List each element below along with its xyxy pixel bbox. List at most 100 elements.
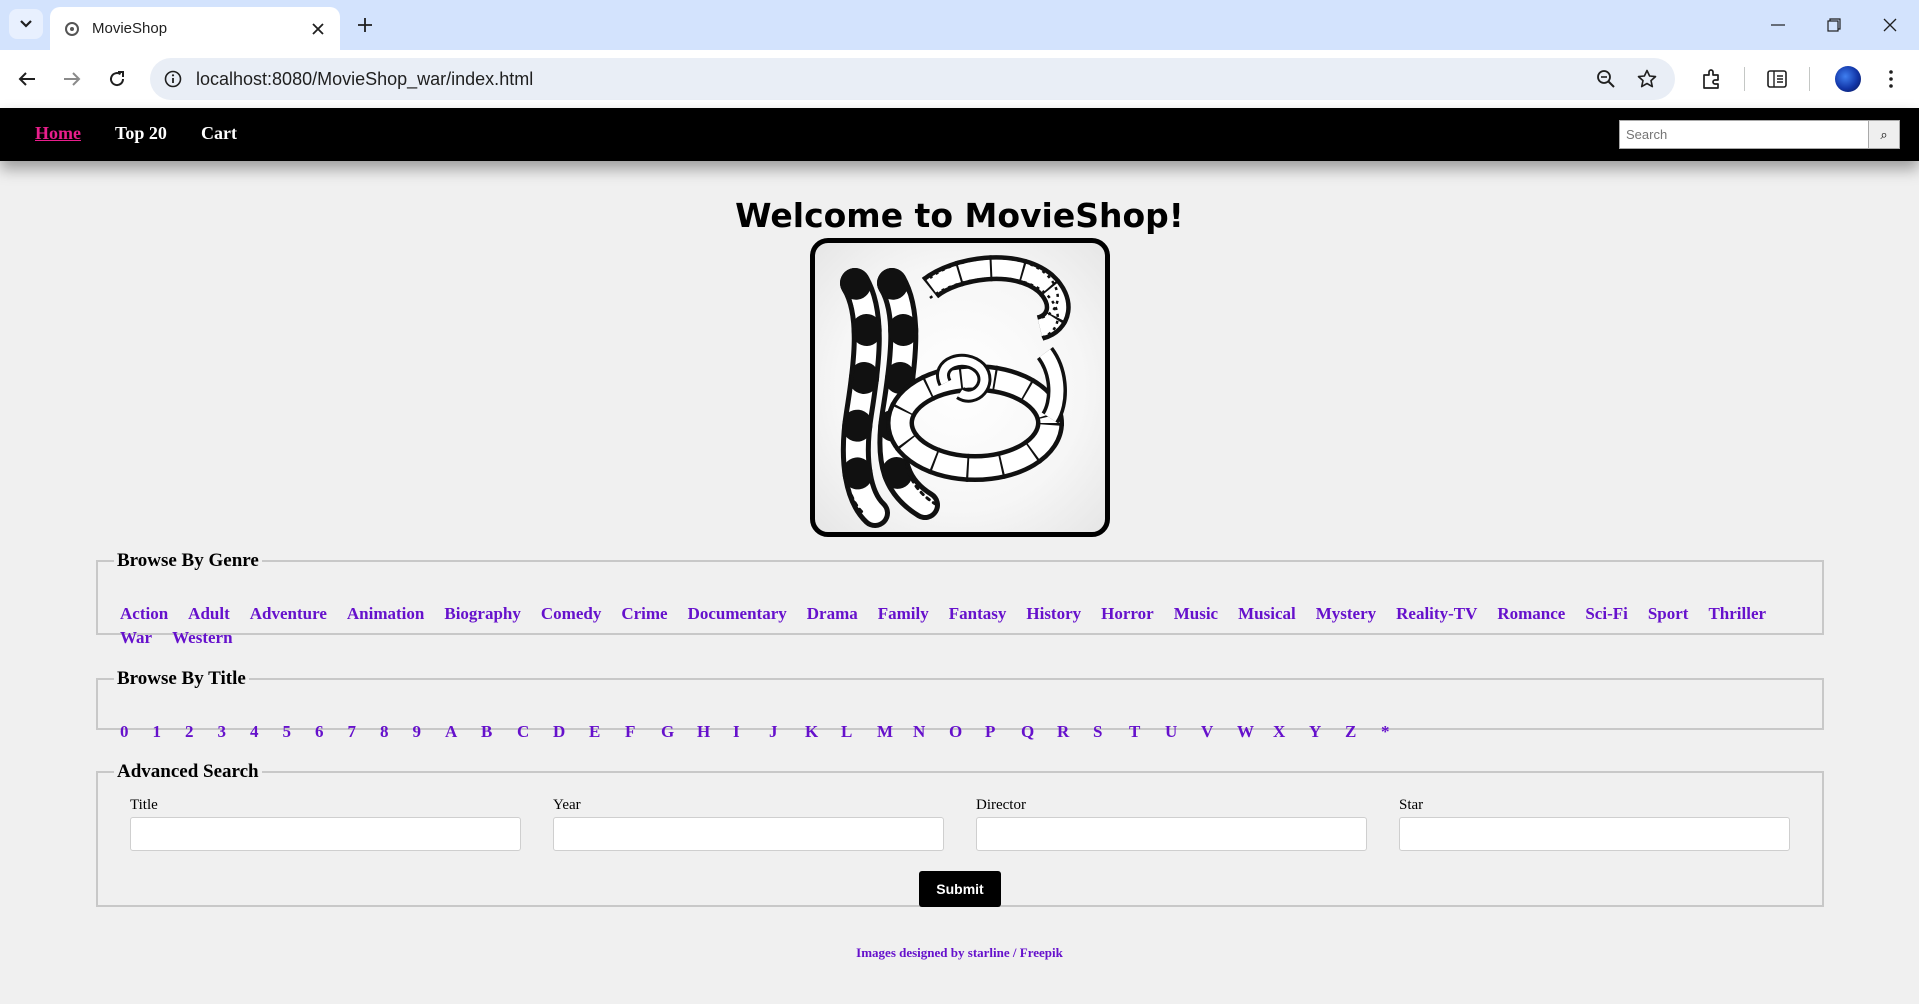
page-title: Welcome to MovieShop! (735, 196, 1184, 235)
title-letter-link[interactable]: U (1165, 720, 1201, 744)
title-letter-link[interactable]: 8 (380, 720, 413, 744)
title-letter-link[interactable]: X (1273, 720, 1309, 744)
genre-link[interactable]: Documentary (688, 602, 787, 626)
site-search-input[interactable] (1619, 120, 1869, 149)
minimize-icon[interactable] (1750, 0, 1806, 50)
title-letter-link[interactable]: 6 (315, 720, 348, 744)
title-letter-link[interactable]: V (1201, 720, 1237, 744)
title-field: Title (130, 797, 521, 851)
bookmark-star-icon[interactable] (1635, 67, 1659, 91)
title-letter-link[interactable]: P (985, 720, 1021, 744)
title-letter-link[interactable]: 2 (185, 720, 218, 744)
genre-link[interactable]: Drama (807, 602, 858, 626)
title-letter-link[interactable]: 3 (218, 720, 251, 744)
reload-icon[interactable] (100, 62, 134, 96)
star-input[interactable] (1399, 817, 1790, 851)
genre-link[interactable]: Mystery (1316, 602, 1376, 626)
more-menu-icon[interactable] (1876, 64, 1906, 94)
toolbar-divider (1809, 67, 1810, 91)
title-letter-link[interactable]: B (481, 720, 517, 744)
genre-link[interactable]: Sport (1648, 602, 1689, 626)
star-field-label: Star (1399, 797, 1424, 813)
close-icon[interactable] (304, 15, 332, 43)
title-letter-link[interactable]: T (1129, 720, 1165, 744)
title-letter-link[interactable]: M (877, 720, 913, 744)
address-bar[interactable]: localhost:8080/MovieShop_war/index.html (150, 58, 1675, 100)
title-letter-link[interactable]: 4 (250, 720, 283, 744)
close-window-icon[interactable] (1862, 0, 1918, 50)
extensions-icon[interactable] (1697, 64, 1727, 94)
back-icon[interactable] (10, 62, 44, 96)
genre-legend: Browse By Genre (117, 550, 259, 571)
restore-icon[interactable] (1806, 0, 1862, 50)
title-letter-link[interactable]: J (769, 720, 805, 744)
genre-section: Browse By Genre Action Adult Adventure Anim… (96, 550, 1824, 647)
genre-link[interactable]: Musical (1238, 602, 1296, 626)
title-letter-link[interactable]: D (553, 720, 589, 744)
image-credit-link[interactable]: Images designed by starline / Freepik (0, 945, 1919, 961)
title-letter-link[interactable]: 1 (153, 720, 186, 744)
tab-search-icon[interactable] (9, 9, 43, 39)
title-legend: Browse By Title (117, 668, 246, 689)
nav-cart-link[interactable]: Cart (201, 123, 237, 144)
genre-link[interactable]: Fantasy (949, 602, 1007, 626)
genre-link[interactable]: Adult (188, 602, 230, 626)
title-letter-link[interactable]: N (913, 720, 949, 744)
title-letter-link[interactable]: 5 (283, 720, 316, 744)
url-text[interactable]: localhost:8080/MovieShop_war/index.html (196, 69, 533, 90)
genre-link[interactable]: Comedy (541, 602, 601, 626)
genre-link[interactable]: Action (120, 602, 168, 626)
forward-icon[interactable] (55, 62, 89, 96)
genre-link[interactable]: Animation (347, 602, 424, 626)
genre-link[interactable]: Adventure (250, 602, 327, 626)
title-letter-link[interactable]: Z (1345, 720, 1381, 744)
title-letter-link[interactable]: L (841, 720, 877, 744)
genre-link[interactable]: Reality-TV (1396, 602, 1477, 626)
nav-home-link[interactable]: Home (35, 123, 81, 144)
title-letter-link[interactable]: K (805, 720, 841, 744)
nav-top20-link[interactable]: Top 20 (115, 123, 167, 144)
info-icon[interactable] (162, 68, 184, 90)
title-input[interactable] (130, 817, 521, 851)
reading-list-icon[interactable] (1762, 64, 1792, 94)
zoom-icon[interactable] (1594, 67, 1618, 91)
title-letter-link[interactable]: 7 (348, 720, 381, 744)
genre-link[interactable]: Biography (444, 602, 521, 626)
profile-avatar[interactable] (1835, 66, 1861, 92)
genre-link[interactable]: Western (172, 626, 232, 650)
genre-link[interactable]: Romance (1497, 602, 1565, 626)
title-letter-link[interactable]: H (697, 720, 733, 744)
genre-link[interactable]: Family (878, 602, 929, 626)
title-letter-link[interactable]: O (949, 720, 985, 744)
title-letter-link[interactable]: I (733, 720, 769, 744)
genre-link[interactable]: Music (1174, 602, 1218, 626)
genre-link[interactable]: Crime (621, 602, 667, 626)
genre-link[interactable]: Thriller (1708, 602, 1766, 626)
submit-button[interactable]: Submit (919, 871, 1001, 907)
title-letter-link[interactable]: Y (1309, 720, 1345, 744)
title-letter-link[interactable]: A (445, 720, 481, 744)
title-letter-link[interactable]: Q (1021, 720, 1057, 744)
genre-link[interactable]: Sci-Fi (1585, 602, 1628, 626)
advanced-legend: Advanced Search (117, 761, 259, 782)
title-letter-link[interactable]: R (1057, 720, 1093, 744)
title-letter-link[interactable]: G (661, 720, 697, 744)
title-letter-link[interactable]: E (589, 720, 625, 744)
title-section: Browse By Title 0123456789ABCDEFGHIJKLMN… (96, 668, 1824, 741)
year-field: Year (553, 797, 944, 851)
director-input[interactable] (976, 817, 1367, 851)
title-letter-link[interactable]: * (1381, 720, 1417, 744)
genre-link[interactable]: History (1026, 602, 1081, 626)
title-letter-link[interactable]: 0 (120, 720, 153, 744)
title-letter-link[interactable]: S (1093, 720, 1129, 744)
genre-link[interactable]: Horror (1101, 602, 1154, 626)
title-letter-link[interactable]: C (517, 720, 553, 744)
year-input[interactable] (553, 817, 944, 851)
plus-icon[interactable] (350, 10, 380, 40)
title-letter-link[interactable]: F (625, 720, 661, 744)
title-letter-link[interactable]: W (1237, 720, 1273, 744)
title-letter-link[interactable]: 9 (413, 720, 446, 744)
search-submit-button[interactable]: ⌕ (1868, 120, 1900, 149)
genre-link[interactable]: War (120, 626, 152, 650)
browser-tab[interactable]: MovieShop (50, 7, 340, 50)
